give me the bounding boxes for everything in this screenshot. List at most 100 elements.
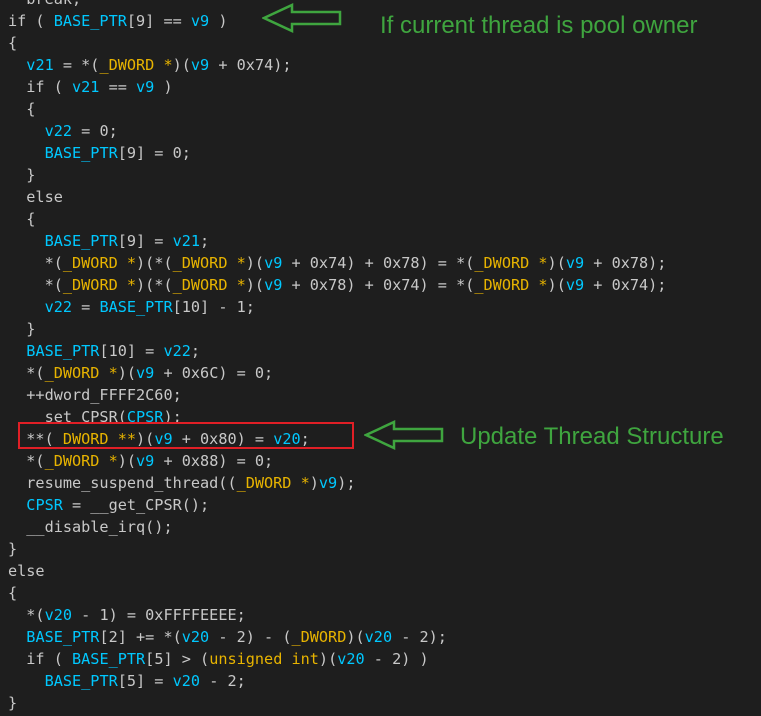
code-line: v22 = BASE_PTR[10] - 1; bbox=[8, 296, 761, 318]
code-token: { bbox=[8, 100, 36, 118]
code-token: if ( bbox=[8, 650, 73, 668]
code-token: v9 bbox=[136, 452, 155, 470]
code-token: *( bbox=[8, 452, 45, 470]
code-line: v22 = 0; bbox=[8, 120, 761, 142]
code-token: ; bbox=[190, 342, 201, 360]
code-token: BASE_PTR bbox=[44, 232, 118, 250]
code-line: { bbox=[8, 208, 761, 230]
code-token: - 2) ) bbox=[364, 650, 429, 668]
code-line: break; bbox=[8, 0, 761, 10]
code-line: } bbox=[8, 692, 761, 714]
code-line: { bbox=[8, 582, 761, 604]
code-token: v20 bbox=[181, 628, 210, 646]
code-token: } bbox=[8, 540, 18, 558]
code-token: [5] > ( bbox=[145, 650, 210, 668]
code-token: _DWORD * bbox=[62, 254, 137, 272]
code-line: } bbox=[8, 318, 761, 340]
code-token: [9] == bbox=[126, 12, 191, 30]
code-token: v21 bbox=[72, 78, 100, 96]
code-line: { bbox=[8, 98, 761, 120]
code-token: v9 bbox=[136, 78, 155, 96]
code-token: ) bbox=[209, 12, 228, 30]
code-token: _DWORD * bbox=[474, 254, 548, 272]
code-token: + 0x6C) = 0; bbox=[154, 364, 274, 382]
code-token: - 1) = 0xFFFFEEEE; bbox=[72, 606, 246, 624]
code-token: v22 bbox=[44, 298, 73, 316]
code-token: _DWORD * bbox=[99, 56, 173, 74]
code-token: if ( bbox=[8, 12, 54, 30]
code-token: v9 bbox=[565, 276, 585, 294]
code-token: BASE_PTR bbox=[44, 144, 118, 162]
code-token: _DWORD * bbox=[62, 276, 137, 294]
code-token: { bbox=[8, 34, 18, 52]
code-token: } bbox=[8, 320, 36, 338]
annotation-pool-owner: If current thread is pool owner bbox=[380, 12, 698, 39]
code-token: _DWORD * bbox=[172, 276, 246, 294]
code-token: [5] = bbox=[117, 672, 173, 690]
code-token: unsigned int bbox=[209, 650, 319, 668]
code-token: v20 bbox=[44, 606, 73, 624]
code-view: break;if ( BASE_PTR[9] == v9 ){ v21 = *(… bbox=[8, 0, 761, 714]
code-token: )( bbox=[117, 364, 137, 382]
code-token: v9 bbox=[190, 12, 210, 30]
code-token: _DWORD * bbox=[236, 474, 310, 492]
code-token: ) bbox=[309, 474, 319, 492]
code-token: { bbox=[8, 210, 36, 228]
code-token: == bbox=[99, 78, 137, 96]
code-line: else bbox=[8, 186, 761, 208]
code-token: BASE_PTR bbox=[53, 12, 127, 30]
left-arrow-icon bbox=[364, 420, 444, 450]
code-token: { bbox=[8, 584, 18, 602]
code-line: BASE_PTR[9] = v21; bbox=[8, 230, 761, 252]
code-token: *( bbox=[8, 276, 63, 294]
code-token: + 0x78); bbox=[584, 254, 667, 272]
code-token: v9 bbox=[264, 254, 283, 272]
code-token: BASE_PTR bbox=[26, 628, 100, 646]
code-token: else bbox=[8, 188, 63, 206]
code-token: )( bbox=[117, 452, 137, 470]
code-token: v22 bbox=[44, 122, 73, 140]
code-token: ++dword_FFFF2C60; bbox=[8, 386, 182, 404]
code-token: ; bbox=[200, 232, 210, 250]
code-line: BASE_PTR[10] = v22; bbox=[8, 340, 761, 362]
code-line: BASE_PTR[9] = 0; bbox=[8, 142, 761, 164]
code-token: v9 bbox=[565, 254, 585, 272]
code-token: v9 bbox=[190, 56, 210, 74]
code-token: v21 bbox=[172, 232, 201, 250]
code-token: resume_suspend_thread(( bbox=[8, 474, 237, 492]
code-line: __disable_irq(); bbox=[8, 516, 761, 538]
code-token: v9 bbox=[264, 276, 283, 294]
code-token: [10] - 1; bbox=[172, 298, 255, 316]
code-line: v21 = *(_DWORD *)(v9 + 0x74); bbox=[8, 54, 761, 76]
code-line: *(_DWORD *)(*(_DWORD *)(v9 + 0x74) + 0x7… bbox=[8, 252, 761, 274]
code-token: - 2); bbox=[392, 628, 447, 646]
code-token: )( bbox=[547, 254, 566, 272]
code-token: v22 bbox=[163, 342, 191, 360]
code-token: )( bbox=[245, 254, 265, 272]
code-line: } bbox=[8, 164, 761, 186]
code-token: _DWORD * bbox=[172, 254, 246, 272]
code-token: __disable_irq(); bbox=[8, 518, 173, 536]
code-token: [9] = 0; bbox=[117, 144, 191, 162]
code-line: else bbox=[8, 560, 761, 582]
code-token: + 0x88) = 0; bbox=[154, 452, 274, 470]
code-token: - 2) - ( bbox=[209, 628, 292, 646]
code-token: BASE_PTR bbox=[44, 672, 118, 690]
code-token: v20 bbox=[364, 628, 393, 646]
code-line: if ( BASE_PTR[5] > (unsigned int)(v20 - … bbox=[8, 648, 761, 670]
code-token: *( bbox=[8, 606, 45, 624]
code-line: *(_DWORD *)(v9 + 0x88) = 0; bbox=[8, 450, 761, 472]
code-token: v9 bbox=[136, 364, 155, 382]
code-line: BASE_PTR[5] = v20 - 2; bbox=[8, 670, 761, 692]
code-token: + 0x78) + 0x74) = *( bbox=[282, 276, 475, 294]
code-line: BASE_PTR[2] += *(v20 - 2) - (_DWORD)(v20… bbox=[8, 626, 761, 648]
code-token: BASE_PTR bbox=[26, 342, 100, 360]
code-token: v20 bbox=[172, 672, 201, 690]
code-token: = bbox=[72, 298, 100, 316]
code-token: _DWORD * bbox=[44, 364, 118, 382]
